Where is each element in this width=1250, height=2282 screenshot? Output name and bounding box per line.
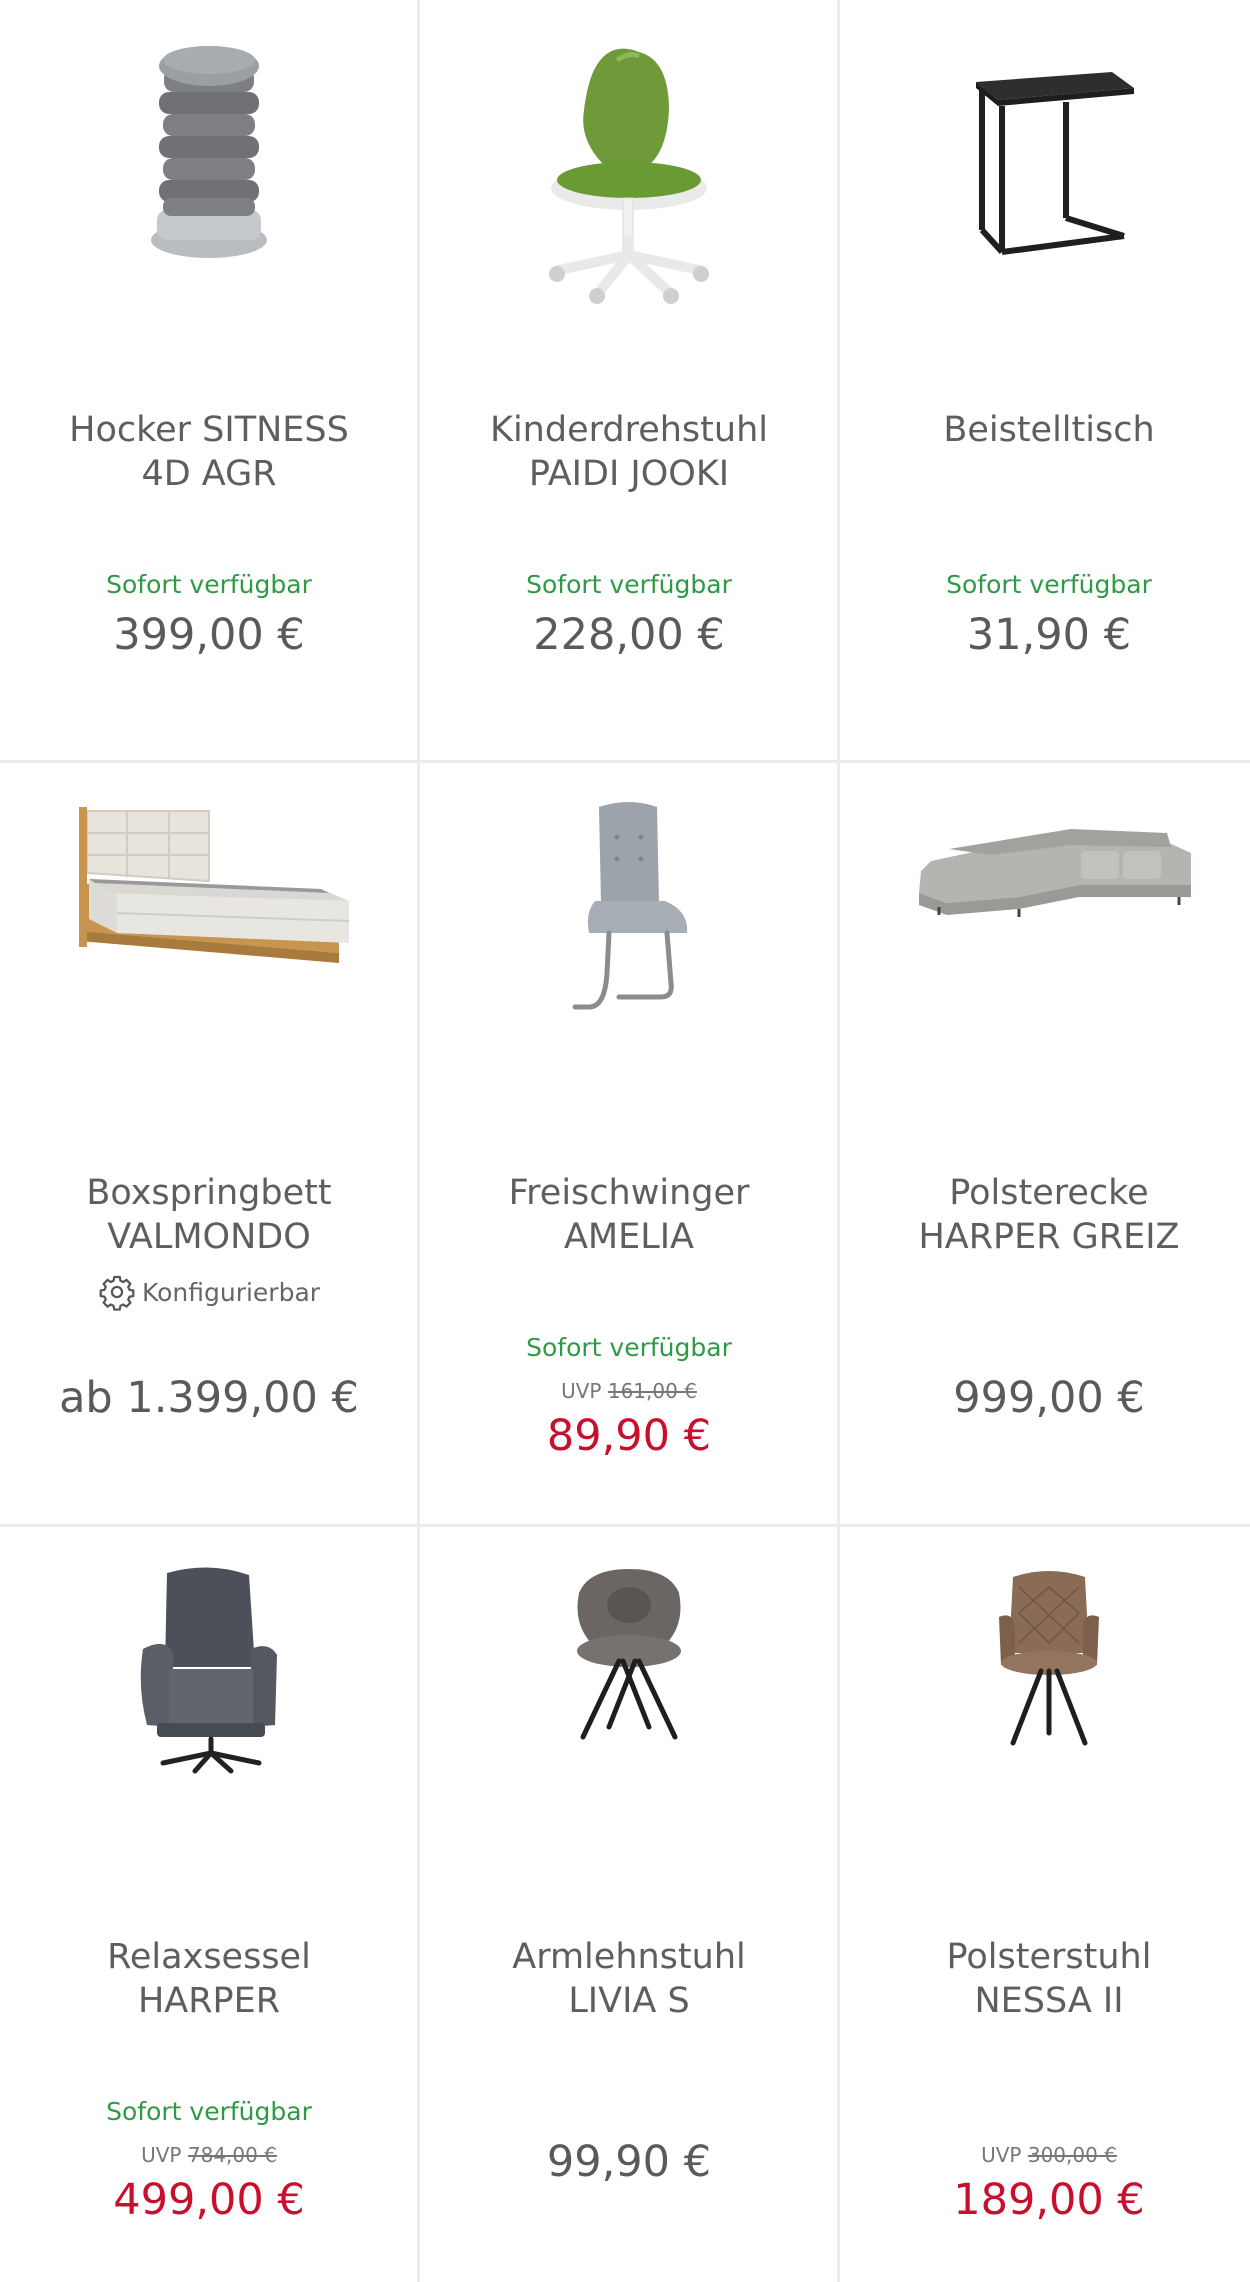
product-card[interactable]: Kinderdrehstuhl PAIDI JOOKI Sofort verfü… <box>420 0 838 762</box>
product-title[interactable]: Boxspringbett VALMONDO <box>10 1171 408 1259</box>
availability-status: Sofort verfügbar <box>526 1333 732 1362</box>
product-title[interactable]: Relaxsessel HARPER <box>10 1935 408 2023</box>
product-card[interactable]: Polsterecke HARPER GREIZ 999,00 € <box>840 763 1250 1525</box>
product-image[interactable] <box>420 1557 838 1857</box>
corner-sofa-icon <box>919 829 1191 917</box>
uvp-price: UVP 300,00 € <box>840 2143 1250 2167</box>
product-card[interactable]: Boxspringbett VALMONDO Konfigurierbar ab… <box>0 763 418 1525</box>
product-title[interactable]: Kinderdrehstuhl PAIDI JOOKI <box>430 408 828 496</box>
product-image[interactable] <box>0 1557 418 1857</box>
product-title[interactable]: Polsterecke HARPER GREIZ <box>850 1171 1248 1259</box>
recliner-icon <box>140 1567 277 1774</box>
kids-chair-icon <box>549 48 709 304</box>
original-price: 784,00 € <box>187 2143 277 2167</box>
product-grid: Hocker SITNESS 4D AGR Sofort verfügbar 3… <box>0 0 1250 2282</box>
product-price: ab 1.399,00 € <box>59 1373 359 1423</box>
uvp-label: UVP <box>141 2143 182 2167</box>
product-title[interactable]: Hocker SITNESS 4D AGR <box>10 408 408 496</box>
product-image[interactable] <box>420 30 838 330</box>
gear-icon <box>99 1275 135 1311</box>
product-image[interactable] <box>0 30 418 330</box>
product-title[interactable]: Armlehnstuhl LIVIA S <box>430 1935 828 2023</box>
product-price: 999,00 € <box>953 1373 1145 1423</box>
product-image[interactable] <box>0 793 418 1093</box>
configurable-badge[interactable]: Konfigurierbar <box>0 1273 418 1311</box>
upholstered-chair-icon <box>999 1571 1099 1746</box>
product-price: 31,90 € <box>966 610 1132 660</box>
uvp-price: UVP 161,00 € <box>420 1379 838 1403</box>
product-image[interactable] <box>840 30 1250 330</box>
product-card[interactable]: Freischwinger AMELIA Sofort verfügbar UV… <box>420 763 838 1525</box>
product-title[interactable]: Beistelltisch <box>850 408 1248 452</box>
product-price: 228,00 € <box>533 610 725 660</box>
product-price: 99,90 € <box>546 2137 712 2187</box>
availability-status: Sofort verfügbar <box>106 570 312 599</box>
original-price: 300,00 € <box>1027 2143 1117 2167</box>
armchair-icon <box>577 1569 681 1740</box>
product-title[interactable]: Freischwinger AMELIA <box>430 1171 828 1259</box>
product-title[interactable]: Polsterstuhl NESSA II <box>850 1935 1248 2023</box>
product-price: 399,00 € <box>113 610 305 660</box>
product-image[interactable] <box>420 793 838 1093</box>
side-table-icon <box>976 72 1134 255</box>
product-card[interactable]: Relaxsessel HARPER Sofort verfügbar UVP … <box>0 1527 418 2282</box>
sale-price: 89,90 € <box>546 1411 712 1461</box>
cantilever-chair-icon <box>572 802 688 1010</box>
product-card[interactable]: Armlehnstuhl LIVIA S 99,90 € <box>420 1527 838 2282</box>
sale-price: 499,00 € <box>113 2175 305 2225</box>
availability-status: Sofort verfügbar <box>946 570 1152 599</box>
stool-icon <box>151 46 267 258</box>
configurable-label: Konfigurierbar <box>141 1277 321 1307</box>
bed-icon <box>79 807 350 963</box>
product-card[interactable]: Polsterstuhl NESSA II UVP 300,00 € 189,0… <box>840 1527 1250 2282</box>
sale-price: 189,00 € <box>953 2175 1145 2225</box>
availability-status: Sofort verfügbar <box>106 2097 312 2126</box>
product-card[interactable]: Hocker SITNESS 4D AGR Sofort verfügbar 3… <box>0 0 418 762</box>
product-card[interactable]: Beistelltisch Sofort verfügbar 31,90 € <box>840 0 1250 762</box>
product-image[interactable] <box>840 1557 1250 1857</box>
original-price: 161,00 € <box>607 1379 697 1403</box>
uvp-price: UVP 784,00 € <box>0 2143 418 2167</box>
uvp-label: UVP <box>561 1379 602 1403</box>
availability-status: Sofort verfügbar <box>526 570 732 599</box>
uvp-label: UVP <box>981 2143 1022 2167</box>
product-image[interactable] <box>840 793 1250 1093</box>
